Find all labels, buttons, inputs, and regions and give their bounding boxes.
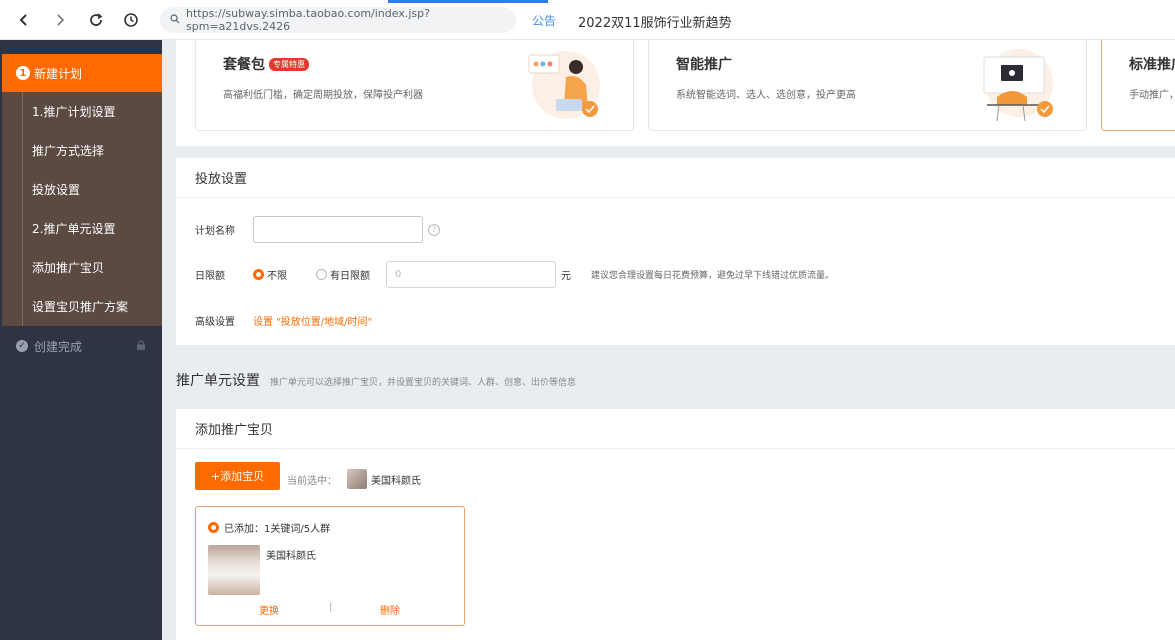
sidebar-item-label: 设置宝贝推广方案 xyxy=(32,300,129,314)
plan-card-desc: 系统智能选词、选人、选创意，投产更高 xyxy=(676,90,856,101)
sidebar-step-done: ✓ 创建完成 xyxy=(2,326,162,366)
action-divider: | xyxy=(329,602,333,613)
card-title: 添加推广宝贝 xyxy=(176,409,1175,449)
plan-name-label: 计划名称 xyxy=(195,226,235,237)
item-status: 已添加：1关键词/5人群 xyxy=(224,524,331,535)
radio-unselected-icon xyxy=(316,269,327,280)
daily-limit-label: 日限额 xyxy=(195,271,225,282)
plan-card-desc: 高福利低门槛，确定周期投放，保障投产利器 xyxy=(223,90,423,101)
browser-toolbar: https://subway.simba.taobao.com/index.js… xyxy=(0,0,1175,40)
main-content: 套餐包 专属特惠 高福利低门槛，确定周期投放，保障投产利器 智能推广 系统智能选… xyxy=(162,40,1175,640)
announcement-link[interactable]: 公告 xyxy=(532,12,556,29)
sidebar-step-new-plan[interactable]: 1 新建计划 xyxy=(2,54,162,92)
sidebar-substeps: 1.推广计划设置 推广方式选择 投放设置 2.推广单元设置 添加推广宝贝 设置宝… xyxy=(2,92,162,326)
smart-illustration-icon xyxy=(983,49,1053,122)
radio-unlimited[interactable]: 不限 xyxy=(253,267,316,282)
plan-card-title: 智能推广 xyxy=(676,57,732,73)
headline-link[interactable]: 2022双11服饰行业新趋势 xyxy=(578,12,732,31)
help-icon[interactable]: ? xyxy=(428,223,440,236)
sidebar-item-unit-settings[interactable]: 2.推广单元设置 xyxy=(2,209,162,248)
sidebar-item-plan-settings[interactable]: 1.推广计划设置 xyxy=(2,92,162,131)
special-offer-badge: 专属特惠 xyxy=(269,57,309,71)
sidebar: 1 新建计划 1.推广计划设置 推广方式选择 投放设置 2.推广单元设置 添加推… xyxy=(0,40,162,640)
sidebar-item-label: 添加推广宝贝 xyxy=(32,261,105,275)
plan-name-input[interactable] xyxy=(253,216,423,243)
forward-icon[interactable] xyxy=(48,8,72,32)
plan-card-package[interactable]: 套餐包 专属特惠 高福利低门槛，确定周期投放，保障投产利器 xyxy=(195,40,634,131)
current-selection-name: 美国科颜氏 xyxy=(371,475,421,487)
radio-label: 不限 xyxy=(267,271,287,282)
radio-label: 有日限额 xyxy=(330,271,370,282)
add-item-button[interactable]: +添加宝贝 xyxy=(195,462,280,490)
sidebar-item-label: 2.推广单元设置 xyxy=(32,222,116,236)
reload-icon[interactable] xyxy=(84,8,108,32)
sidebar-step-label: 新建计划 xyxy=(34,66,83,81)
advanced-label: 高级设置 xyxy=(195,317,235,328)
product-image xyxy=(208,545,260,595)
history-icon[interactable] xyxy=(119,8,143,32)
sidebar-item-item-plan[interactable]: 设置宝贝推广方案 xyxy=(2,287,162,326)
package-illustration-icon xyxy=(528,51,600,119)
daily-budget-input[interactable]: 0 xyxy=(386,261,556,288)
currency-unit: 元 xyxy=(561,271,571,282)
status-dot-icon xyxy=(208,522,219,533)
sidebar-item-label: 投放设置 xyxy=(32,183,81,197)
plan-card-title: 套餐包 xyxy=(223,57,265,73)
sidebar-item-delivery[interactable]: 投放设置 xyxy=(2,170,162,209)
search-icon xyxy=(170,13,180,27)
check-icon: ✓ xyxy=(16,340,28,352)
address-bar[interactable]: https://subway.simba.taobao.com/index.js… xyxy=(160,7,516,33)
advanced-settings-link[interactable]: 设置 "投放位置/地域/时间" xyxy=(253,313,372,328)
added-item-card: 已添加：1关键词/5人群 美国科颜氏 更换 | 删除 xyxy=(195,506,465,626)
sidebar-item-method-select[interactable]: 推广方式选择 xyxy=(2,131,162,170)
url-text: https://subway.simba.taobao.com/index.js… xyxy=(186,7,430,33)
card-title: 投放设置 xyxy=(176,158,1175,198)
replace-item-link[interactable]: 更换 xyxy=(259,602,279,617)
radio-limited[interactable]: 有日限额 xyxy=(316,267,386,282)
product-thumbnail xyxy=(347,469,367,489)
plan-card-desc: 手动推广， xyxy=(1129,90,1175,101)
loading-progress-bar xyxy=(388,0,548,3)
plan-type-band: 套餐包 专属特惠 高福利低门槛，确定周期投放，保障投产利器 智能推广 系统智能选… xyxy=(176,40,1175,146)
lock-icon xyxy=(137,340,145,350)
section-desc: 推广单元可以选择推广宝贝，并设置宝贝的关键词、人群、创意、出价等信息 xyxy=(270,378,577,388)
delete-item-link[interactable]: 删除 xyxy=(380,602,400,617)
back-icon[interactable] xyxy=(12,8,36,32)
budget-tip: 建议您合理设置每日花费预算，避免过早下线错过优质流量。 xyxy=(591,271,835,281)
delivery-settings-card: 投放设置 计划名称 ? 日限额 不限 有日限额 0 元 建议您合理设置每日花费预… xyxy=(176,158,1175,345)
sidebar-item-add-items[interactable]: 添加推广宝贝 xyxy=(2,248,162,287)
add-items-card: 添加推广宝贝 +添加宝贝 当前选中： 美国科颜氏 已添加：1关键词/5人群 美国… xyxy=(176,409,1175,640)
step-number-badge: 1 xyxy=(16,66,30,80)
sidebar-item-label: 推广方式选择 xyxy=(32,144,105,158)
plan-card-standard[interactable]: 标准推广 手动推广， xyxy=(1101,40,1175,131)
radio-selected-icon xyxy=(253,269,264,280)
section-title: 推广单元设置 xyxy=(176,373,260,389)
plan-card-title: 标准推广 xyxy=(1129,57,1175,73)
item-name: 美国科颜氏 xyxy=(266,551,316,562)
plan-card-smart[interactable]: 智能推广 系统智能选词、选人、选创意，投产更高 xyxy=(648,40,1087,131)
sidebar-step-label: 创建完成 xyxy=(34,339,83,354)
current-selection-label: 当前选中： xyxy=(287,475,337,487)
sidebar-item-label: 1.推广计划设置 xyxy=(32,105,116,119)
